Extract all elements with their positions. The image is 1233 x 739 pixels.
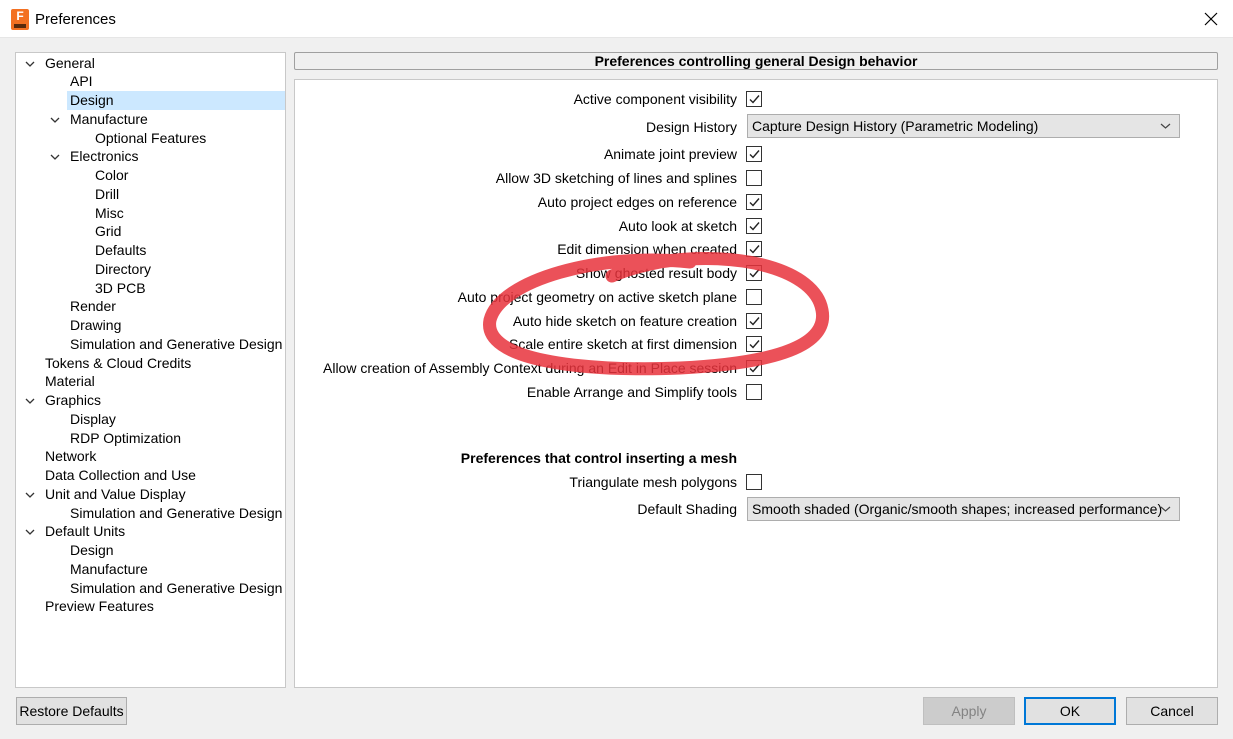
auto-project-geometry-checkbox[interactable] (746, 289, 762, 305)
cancel-button[interactable]: Cancel (1126, 697, 1218, 725)
tree-item-design[interactable]: Design (67, 91, 285, 110)
tree-item-tokens-cloud-credits[interactable]: Tokens & Cloud Credits (45, 354, 191, 373)
edit-dimension-checkbox[interactable] (746, 241, 762, 257)
tree-item-optional-features[interactable]: Optional Features (95, 129, 206, 148)
setting-label: Scale entire sketch at first dimension (509, 336, 737, 352)
setting-label: Triangulate mesh polygons (569, 474, 737, 490)
tree-item-drill[interactable]: Drill (95, 185, 119, 204)
setting-label: Auto hide sketch on feature creation (512, 313, 737, 329)
show-ghosted-result-checkbox[interactable] (746, 265, 762, 281)
chevron-down-icon[interactable] (49, 113, 61, 125)
enable-arrange-simplify-checkbox[interactable] (746, 384, 762, 400)
mesh-section-title: Preferences that control inserting a mes… (460, 450, 737, 466)
default-shading-dropdown[interactable]: Smooth shaded (Organic/smooth shapes; in… (747, 497, 1180, 521)
section-header: Preferences controlling general Design b… (294, 52, 1218, 70)
setting-label: Active component visibility (573, 91, 737, 107)
setting-label: Show ghosted result body (575, 265, 737, 281)
dropdown-value: Smooth shaded (Organic/smooth shapes; in… (752, 501, 1163, 517)
chevron-down-icon[interactable] (49, 150, 61, 162)
triangulate-mesh-checkbox[interactable] (746, 474, 762, 490)
setting-label: Animate joint preview (603, 146, 737, 162)
tree-item-general[interactable]: General (45, 54, 95, 73)
setting-label: Auto project edges on reference (537, 194, 737, 210)
tree-item-simulation-generative-design[interactable]: Simulation and Generative Design (70, 504, 282, 523)
tree-item-manufacture[interactable]: Manufacture (70, 110, 148, 129)
tree-item-misc[interactable]: Misc (95, 204, 124, 223)
close-icon[interactable] (1192, 0, 1232, 38)
tree-item-render[interactable]: Render (70, 297, 116, 316)
setting-label: Auto project geometry on active sketch p… (457, 289, 737, 305)
tree-item-electronics[interactable]: Electronics (70, 147, 138, 166)
active-component-visibility-checkbox[interactable] (746, 91, 762, 107)
auto-project-edges-checkbox[interactable] (746, 194, 762, 210)
fusion-app-icon: F (11, 9, 29, 30)
chevron-down-icon (1160, 123, 1171, 129)
tree-item-graphics[interactable]: Graphics (45, 391, 101, 410)
tree-item-default-units[interactable]: Default Units (45, 522, 125, 541)
auto-look-at-sketch-checkbox[interactable] (746, 218, 762, 234)
tree-item-color[interactable]: Color (95, 166, 128, 185)
animate-joint-preview-checkbox[interactable] (746, 146, 762, 162)
allow-3d-sketching-checkbox[interactable] (746, 170, 762, 186)
chevron-down-icon[interactable] (24, 488, 36, 500)
tree-item-api[interactable]: API (70, 72, 93, 91)
tree-item-network[interactable]: Network (45, 447, 96, 466)
chevron-down-icon (1160, 506, 1171, 512)
tree-item-design[interactable]: Design (70, 541, 114, 560)
setting-label: Edit dimension when created (557, 241, 737, 257)
tree-item-unit-value-display[interactable]: Unit and Value Display (45, 485, 186, 504)
setting-label: Design History (645, 119, 737, 135)
tree-item-manufacture[interactable]: Manufacture (70, 560, 148, 579)
restore-defaults-button[interactable]: Restore Defaults (16, 697, 127, 725)
tree-item-defaults[interactable]: Defaults (95, 241, 146, 260)
auto-hide-sketch-checkbox[interactable] (746, 313, 762, 329)
tree-item-3d-pcb[interactable]: 3D PCB (95, 279, 146, 298)
setting-label: Default Shading (637, 501, 737, 517)
preferences-tree[interactable]: General API Design Manufacture Optional … (15, 52, 286, 688)
dropdown-value: Capture Design History (Parametric Model… (752, 118, 1039, 134)
allow-assembly-context-checkbox[interactable] (746, 360, 762, 376)
design-history-dropdown[interactable]: Capture Design History (Parametric Model… (747, 114, 1180, 138)
tree-item-display[interactable]: Display (70, 410, 116, 429)
setting-label: Allow creation of Assembly Context durin… (323, 360, 737, 376)
tree-item-directory[interactable]: Directory (95, 260, 151, 279)
tree-item-simulation-generative-design[interactable]: Simulation and Generative Design (70, 579, 282, 598)
setting-label: Enable Arrange and Simplify tools (526, 384, 737, 400)
window-title: Preferences (35, 11, 116, 28)
chevron-down-icon[interactable] (24, 525, 36, 537)
tree-item-simulation-generative-design[interactable]: Simulation and Generative Design (70, 335, 282, 354)
scale-entire-sketch-checkbox[interactable] (746, 336, 762, 352)
tree-item-grid[interactable]: Grid (95, 222, 121, 241)
chevron-down-icon[interactable] (24, 57, 36, 69)
settings-panel: Active component visibility Design Histo… (294, 79, 1218, 688)
setting-label: Auto look at sketch (618, 218, 737, 234)
tree-item-material[interactable]: Material (45, 372, 95, 391)
setting-label: Allow 3D sketching of lines and splines (495, 170, 737, 186)
ok-button[interactable]: OK (1024, 697, 1116, 725)
tree-item-drawing[interactable]: Drawing (70, 316, 121, 335)
chevron-down-icon[interactable] (24, 394, 36, 406)
tree-item-rdp-optimization[interactable]: RDP Optimization (70, 429, 181, 448)
tree-item-preview-features[interactable]: Preview Features (45, 597, 154, 616)
apply-button[interactable]: Apply (923, 697, 1015, 725)
title-bar: F Preferences (0, 0, 1233, 38)
tree-item-data-collection[interactable]: Data Collection and Use (45, 466, 196, 485)
